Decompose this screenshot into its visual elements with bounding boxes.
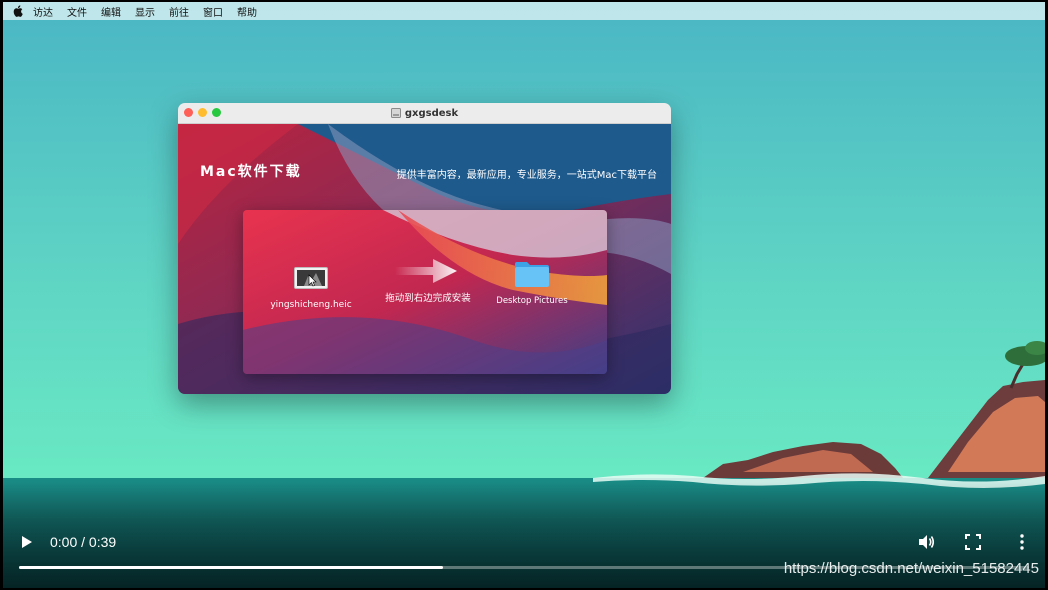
disk-icon <box>390 108 401 118</box>
installer-background: Mac软件下载 提供丰富内容，最新应用，专业服务，一站式Mac下载平台 ying… <box>178 124 671 394</box>
drag-hint-text: 拖动到右边完成安装 <box>385 293 471 304</box>
source-file-name: yingshicheng.heic <box>270 300 352 310</box>
menu-item-help[interactable]: 帮助 <box>237 4 257 19</box>
progress-fill <box>19 566 444 569</box>
play-icon[interactable] <box>18 534 34 550</box>
more-vertical-icon[interactable] <box>1016 533 1028 551</box>
window-title: gxgsdesk <box>404 107 459 119</box>
apple-logo-icon[interactable] <box>3 5 33 17</box>
drag-arrow-icon <box>395 259 457 283</box>
folder-icon[interactable] <box>514 260 550 288</box>
menu-bar: 访达 文件 编辑 显示 前往 窗口 帮助 <box>3 2 1045 20</box>
installer-window: gxgsdesk Mac软件下载 提供丰富内容，最新应用，专业服务，一站式Mac… <box>178 103 671 394</box>
window-titlebar[interactable]: gxgsdesk <box>178 103 671 124</box>
install-panel: yingshicheng.heic 拖动到右边完成安装 Desktop Pict… <box>243 210 607 374</box>
slogan-text: 提供丰富内容，最新应用，专业服务，一站式Mac下载平台 <box>396 170 657 181</box>
watermark-text: https://blog.csdn.net/weixin_51582445 <box>783 560 1039 577</box>
menu-item-finder[interactable]: 访达 <box>33 4 53 19</box>
menu-item-go[interactable]: 前往 <box>169 4 189 19</box>
brand-title: Mac软件下载 <box>200 164 302 180</box>
menu-item-view[interactable]: 显示 <box>135 4 155 19</box>
fullscreen-icon[interactable] <box>965 534 981 550</box>
time-display: 0:00 / 0:39 <box>50 534 117 550</box>
target-folder-name: Desktop Pictures <box>496 296 568 306</box>
menu-item-file[interactable]: 文件 <box>67 4 87 19</box>
video-controls: 0:00 / 0:39 https://blog.csdn.net/weixin… <box>3 482 1045 588</box>
window-title-area: gxgsdesk <box>178 103 671 123</box>
menu-item-window[interactable]: 窗口 <box>203 4 223 19</box>
menu-item-edit[interactable]: 编辑 <box>101 4 121 19</box>
volume-icon[interactable] <box>917 533 935 551</box>
image-file-icon[interactable] <box>294 267 328 289</box>
video-frame: 访达 文件 编辑 显示 前往 窗口 帮助 gxgsdesk Mac软件下载 提供… <box>3 2 1045 588</box>
